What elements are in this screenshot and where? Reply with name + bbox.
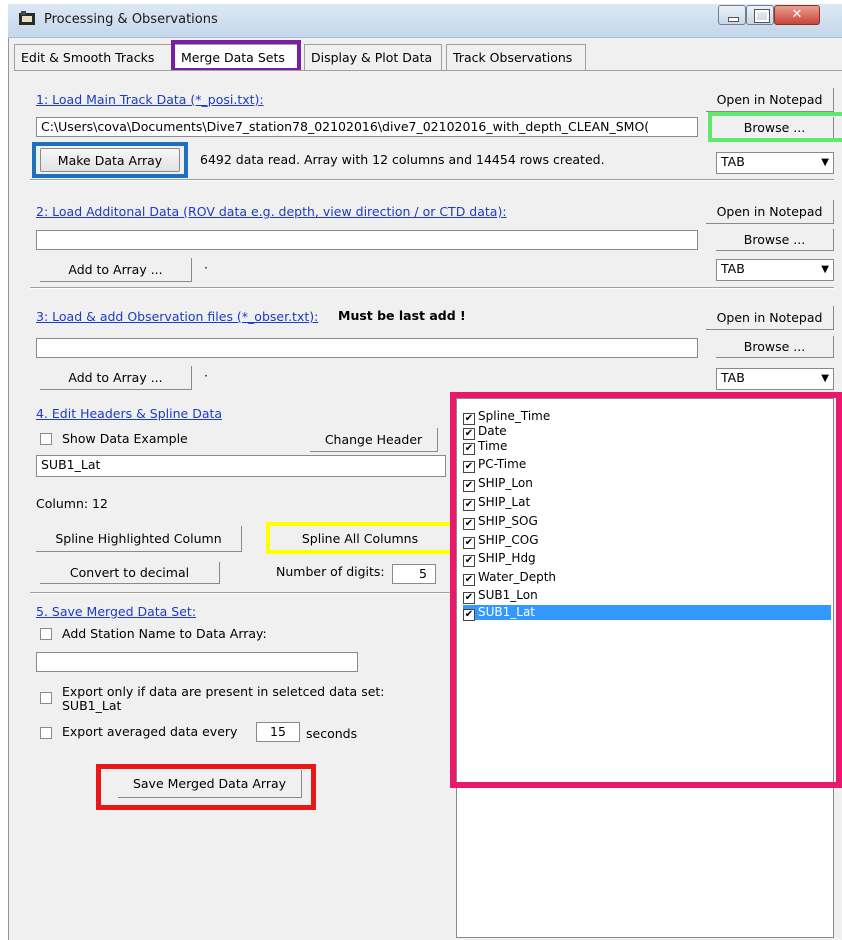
edit-headers-link[interactable]: 4. Edit Headers & Spline Data bbox=[36, 406, 222, 421]
app-icon bbox=[19, 11, 35, 25]
tab-edit-smooth-tracks[interactable]: Edit & Smooth Tracks bbox=[14, 44, 172, 70]
number-of-digits-label: Number of digits: bbox=[276, 564, 385, 579]
status-dot-3: · bbox=[204, 368, 208, 383]
highlight-spline-all bbox=[266, 522, 456, 554]
open-notepad-button-2[interactable]: Open in Notepad bbox=[706, 200, 834, 224]
chevron-down-icon: ▼ bbox=[821, 264, 829, 275]
chevron-down-icon: ▼ bbox=[821, 373, 829, 384]
divider-4 bbox=[30, 592, 450, 594]
delimiter-select-2[interactable]: TAB ▼ bbox=[716, 259, 834, 281]
change-header-button[interactable]: Change Header bbox=[310, 428, 438, 452]
additional-data-path-field[interactable] bbox=[36, 230, 698, 250]
highlight-browse bbox=[708, 112, 842, 142]
browse-button-3[interactable]: Browse ... bbox=[716, 336, 834, 358]
add-to-array-button-2[interactable]: Add to Array ... bbox=[40, 258, 192, 282]
export-if-present-checkbox[interactable] bbox=[40, 692, 52, 704]
delimiter-value-2: TAB bbox=[721, 261, 745, 276]
highlight-save-button bbox=[96, 764, 316, 810]
load-main-track-link[interactable]: 1: Load Main Track Data (*_posi.txt): bbox=[36, 92, 264, 107]
load-observation-files-link[interactable]: 3: Load & add Observation files (*_obser… bbox=[36, 309, 318, 324]
divider-1 bbox=[30, 179, 834, 181]
station-name-field[interactable] bbox=[36, 652, 358, 672]
header-name-field[interactable]: SUB1_Lat bbox=[36, 455, 446, 477]
main-track-path-field[interactable]: C:\Users\cova\Documents\Dive7_station78_… bbox=[36, 117, 698, 137]
column-number-text: Column: 12 bbox=[36, 496, 108, 511]
maximize-button[interactable] bbox=[746, 5, 774, 25]
highlight-column-list bbox=[450, 392, 842, 788]
highlight-make-data-array bbox=[32, 142, 188, 178]
save-merged-link[interactable]: 5. Save Merged Data Set: bbox=[36, 604, 196, 619]
browse-button-2[interactable]: Browse ... bbox=[716, 229, 834, 251]
add-station-name-checkbox[interactable] bbox=[40, 628, 52, 640]
load-additional-data-link[interactable]: 2: Load Additonal Data (ROV data e.g. de… bbox=[36, 204, 507, 219]
export-averaged-label: Export averaged data every bbox=[62, 724, 238, 739]
delimiter-select-1[interactable]: TAB ▼ bbox=[716, 152, 834, 174]
window-title: Processing & Observations bbox=[44, 12, 218, 27]
minimize-button[interactable] bbox=[718, 5, 746, 25]
add-to-array-button-3[interactable]: Add to Array ... bbox=[40, 366, 192, 390]
show-data-example-label: Show Data Example bbox=[62, 431, 188, 446]
export-averaged-unit: seconds bbox=[306, 726, 358, 741]
spline-highlighted-column-button[interactable]: Spline Highlighted Column bbox=[36, 526, 242, 552]
export-if-present-label: Export only if data are present in selet… bbox=[62, 684, 385, 699]
add-station-name-label: Add Station Name to Data Array: bbox=[62, 626, 267, 641]
delimiter-select-3[interactable]: TAB ▼ bbox=[716, 368, 834, 390]
tab-display-plot-data[interactable]: Display & Plot Data bbox=[304, 44, 442, 70]
delimiter-value-3: TAB bbox=[721, 370, 745, 385]
tab-track-observations[interactable]: Track Observations bbox=[446, 44, 586, 70]
status-dot-2: · bbox=[204, 260, 208, 275]
convert-to-decimal-button[interactable]: Convert to decimal bbox=[40, 562, 220, 584]
export-averaged-checkbox[interactable] bbox=[40, 727, 52, 739]
open-notepad-button-3[interactable]: Open in Notepad bbox=[706, 306, 834, 330]
export-if-present-set: SUB1_Lat bbox=[62, 698, 122, 713]
load-status-text: 6492 data read. Array with 12 columns an… bbox=[200, 152, 605, 167]
open-notepad-button-1[interactable]: Open in Notepad bbox=[706, 88, 834, 112]
must-be-last-warning: Must be last add ! bbox=[338, 308, 466, 323]
chevron-down-icon: ▼ bbox=[821, 157, 829, 168]
export-averaged-interval-field[interactable]: 15 bbox=[256, 722, 300, 742]
number-of-digits-field[interactable]: 5 bbox=[392, 564, 436, 584]
close-button[interactable]: ✕ bbox=[774, 5, 820, 25]
delimiter-value-1: TAB bbox=[721, 154, 745, 169]
highlight-merge-tab bbox=[171, 40, 301, 72]
observation-path-field[interactable] bbox=[36, 338, 698, 358]
divider-2 bbox=[30, 287, 834, 289]
show-data-example-checkbox[interactable] bbox=[40, 433, 52, 445]
